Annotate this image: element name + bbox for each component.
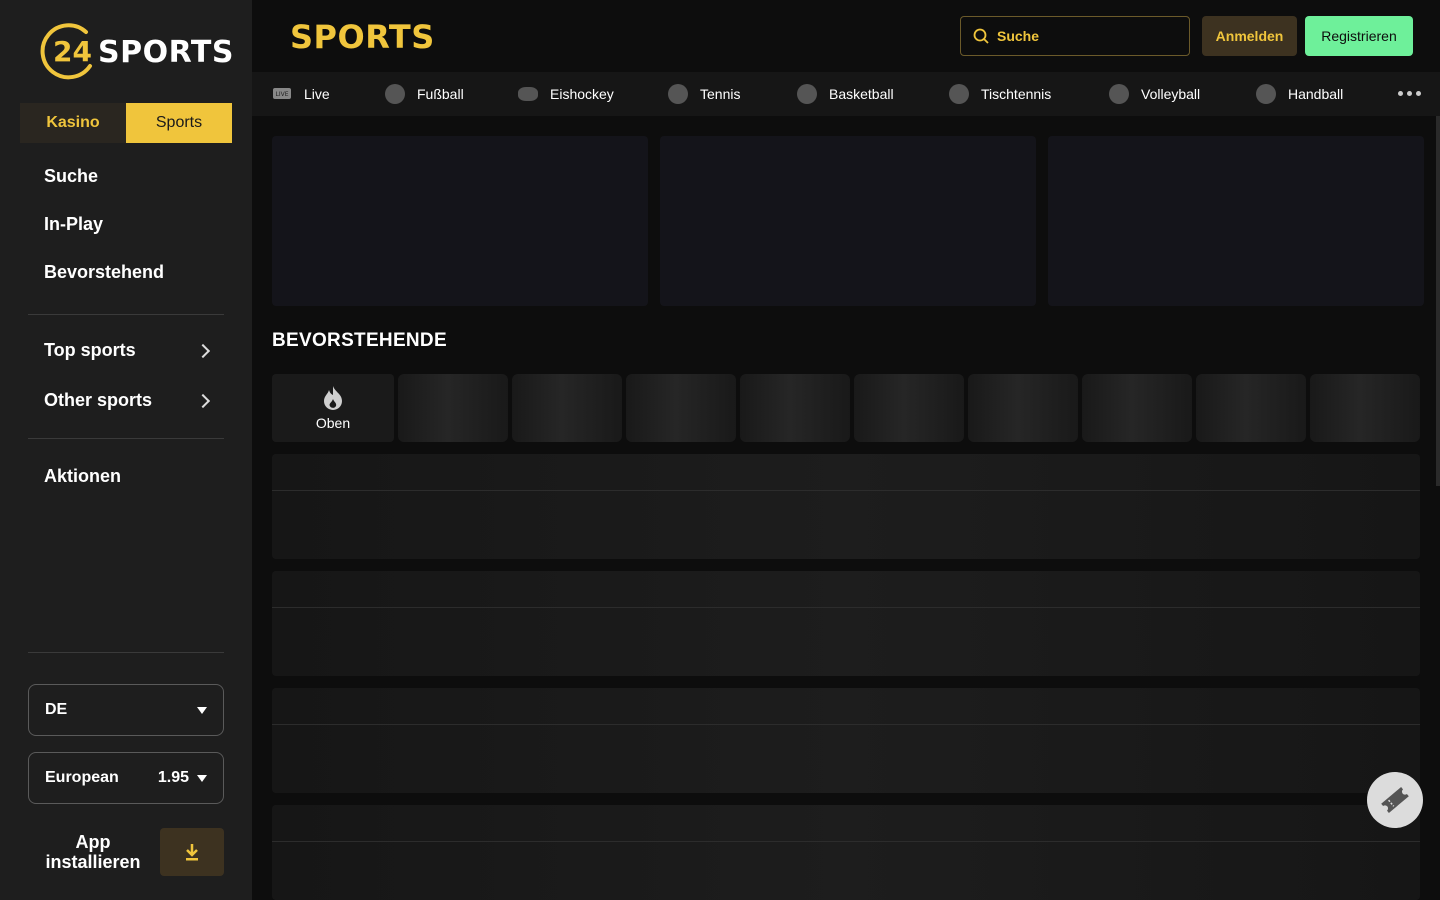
sport-tab-label: Live	[304, 86, 330, 102]
league-chip-placeholder[interactable]	[1196, 374, 1306, 442]
odds-format-label: European	[45, 769, 119, 786]
sidebar-item-in-play[interactable]: In-Play	[44, 214, 103, 235]
section-title: BEVORSTEHENDE	[272, 330, 447, 351]
league-chip-placeholder[interactable]	[1082, 374, 1192, 442]
brand-logo[interactable]: 24 SPORTS	[40, 22, 233, 82]
promo-banner[interactable]	[1048, 136, 1424, 306]
sidebar-divider	[28, 438, 224, 439]
app-install: App installieren	[28, 828, 224, 876]
league-chip-placeholder[interactable]	[740, 374, 850, 442]
sidebar-divider	[28, 652, 224, 653]
dot-icon	[1398, 91, 1403, 96]
logo-text: SPORTS	[98, 35, 234, 70]
chevron-right-icon	[195, 343, 211, 358]
odds-format-select[interactable]: European 1.95	[28, 752, 224, 804]
search-input[interactable]: Suche	[960, 16, 1190, 56]
sport-tab-label: Volleyball	[1141, 86, 1201, 102]
match-divider	[272, 724, 1420, 725]
promo-banner[interactable]	[660, 136, 1036, 306]
league-chip-placeholder[interactable]	[968, 374, 1078, 442]
ticket-icon	[1381, 787, 1409, 813]
sport-tab-label: Tennis	[700, 86, 741, 102]
odds-format-value: 1.95	[157, 769, 189, 786]
sport-tab-label: Eishockey	[550, 86, 614, 102]
sport-tab-football[interactable]: Fußball	[385, 72, 464, 116]
sidebar-divider	[28, 314, 224, 315]
match-placeholder[interactable]	[272, 688, 1420, 793]
sport-tab-label: Tischtennis	[981, 86, 1052, 102]
soccer-ball-icon	[385, 84, 405, 104]
promo-banner[interactable]	[272, 136, 648, 306]
sidebar-item-label: Other sports	[44, 390, 153, 410]
league-chip-placeholder[interactable]	[626, 374, 736, 442]
logo-number: 24	[53, 35, 92, 68]
search-placeholder: Suche	[997, 28, 1040, 44]
top-chip[interactable]: Oben	[272, 374, 394, 442]
caret-down-icon	[197, 706, 207, 714]
sport-tab-live[interactable]: LIVE Live	[272, 72, 330, 116]
language-value: DE	[45, 701, 68, 718]
tab-sports[interactable]: Sports	[126, 103, 232, 143]
handball-icon	[1256, 84, 1276, 104]
app-install-line2: installieren	[45, 852, 141, 872]
hockey-puck-icon	[518, 87, 538, 101]
sidebar-item-other-sports[interactable]: Other sports	[44, 390, 211, 411]
league-chip-placeholder[interactable]	[398, 374, 508, 442]
tennis-ball-icon	[668, 84, 688, 104]
register-button[interactable]: Registrieren	[1305, 16, 1413, 56]
svg-text:LIVE: LIVE	[275, 91, 288, 98]
sidebar-item-top-sports[interactable]: Top sports	[44, 340, 211, 361]
match-divider	[272, 607, 1420, 608]
sport-nav: LIVE Live Fußball Eishockey Tennis Baske…	[252, 72, 1440, 116]
match-placeholder[interactable]	[272, 805, 1420, 900]
sport-tab-label: Basketball	[829, 86, 894, 102]
sport-tab-label: Fußball	[417, 86, 464, 102]
match-divider	[272, 841, 1420, 842]
main-content: BEVORSTEHENDE Oben	[252, 116, 1440, 900]
league-chip-row: Oben	[272, 374, 1420, 442]
language-select[interactable]: DE	[28, 684, 224, 736]
mode-switch: Kasino Sports	[20, 103, 232, 143]
app-install-label: App installieren	[28, 832, 158, 872]
match-placeholder[interactable]	[272, 454, 1420, 559]
live-tv-icon: LIVE	[273, 88, 291, 99]
dot-icon	[1407, 91, 1412, 96]
sport-tab-handball[interactable]: Handball	[1256, 72, 1343, 116]
volleyball-icon	[1109, 84, 1129, 104]
bet-slip-button[interactable]	[1367, 772, 1423, 828]
tab-kasino[interactable]: Kasino	[20, 103, 126, 143]
download-app-button[interactable]	[160, 828, 224, 876]
sport-tab-tennis[interactable]: Tennis	[668, 72, 740, 116]
scrollbar[interactable]	[1436, 116, 1440, 486]
match-divider	[272, 490, 1420, 491]
league-chip-placeholder[interactable]	[1310, 374, 1420, 442]
match-placeholder[interactable]	[272, 571, 1420, 676]
basketball-icon	[797, 84, 817, 104]
login-button[interactable]: Anmelden	[1202, 16, 1297, 56]
sport-tab-label: Handball	[1288, 86, 1344, 102]
league-chip-placeholder[interactable]	[854, 374, 964, 442]
more-sports-button[interactable]	[1398, 91, 1421, 96]
table-tennis-icon	[949, 84, 969, 104]
sidebar-item-promotions[interactable]: Aktionen	[44, 466, 121, 487]
page-title: SPORTS	[290, 18, 435, 56]
caret-down-icon	[197, 774, 207, 782]
league-chip-placeholder[interactable]	[512, 374, 622, 442]
chevron-right-icon	[195, 393, 211, 408]
sidebar-item-search[interactable]: Suche	[44, 166, 98, 187]
sidebar-item-upcoming[interactable]: Bevorstehend	[44, 262, 164, 283]
sport-tab-ice-hockey[interactable]: Eishockey	[518, 72, 614, 116]
search-icon	[973, 28, 989, 44]
top-chip-label: Oben	[315, 415, 351, 431]
app-install-line1: App	[75, 832, 111, 852]
download-icon	[186, 844, 198, 861]
sport-tab-table-tennis[interactable]: Tischtennis	[949, 72, 1051, 116]
dot-icon	[1416, 91, 1421, 96]
sidebar: 24 SPORTS Kasino Sports Suche In-Play Be…	[0, 0, 252, 900]
flame-icon	[324, 386, 342, 410]
sport-tab-basketball[interactable]: Basketball	[797, 72, 894, 116]
sport-tab-volleyball[interactable]: Volleyball	[1109, 72, 1200, 116]
sidebar-item-label: Top sports	[44, 340, 136, 360]
top-bar: SPORTS Suche Anmelden Registrieren	[252, 0, 1440, 72]
